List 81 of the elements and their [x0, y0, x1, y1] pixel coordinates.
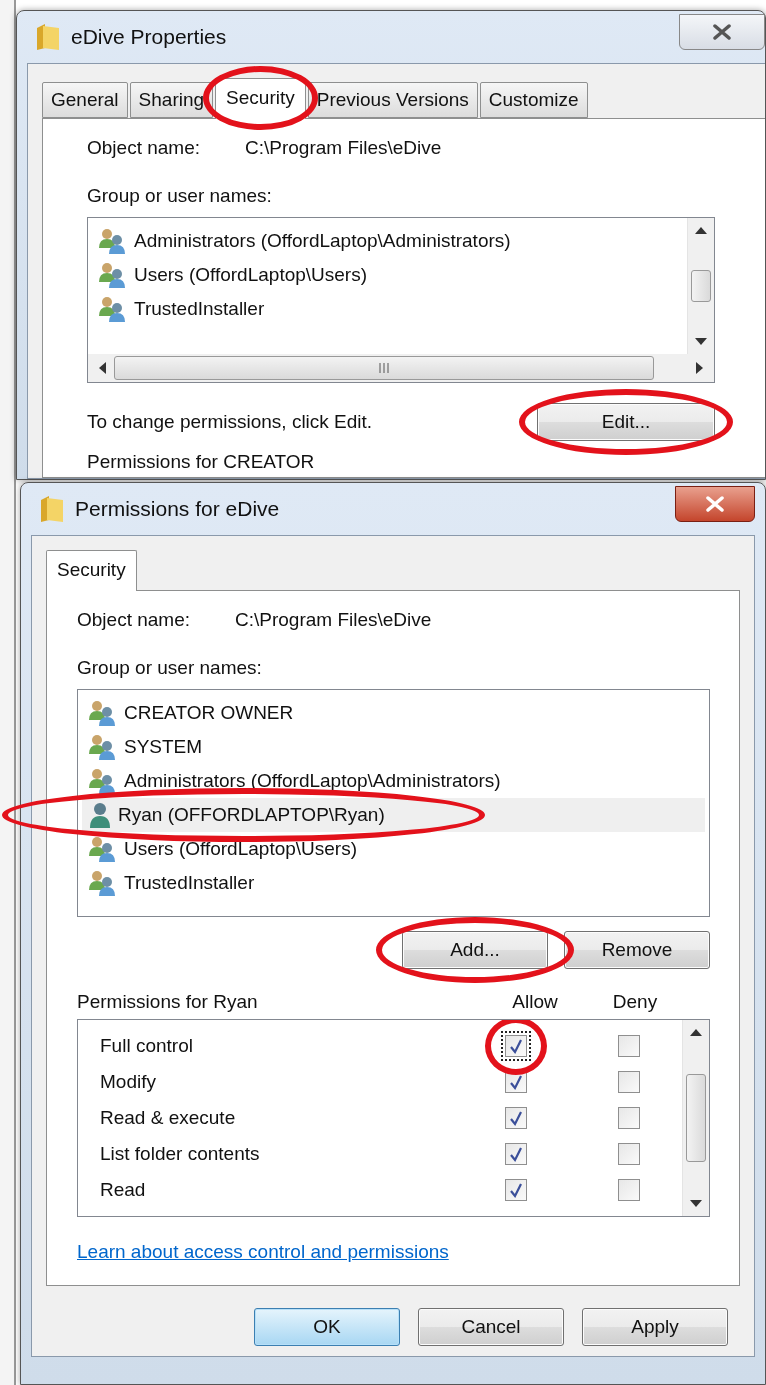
scroll-up-icon [690, 1028, 702, 1036]
scroll-down-icon [690, 1200, 702, 1208]
scroll-down-icon [695, 338, 707, 346]
vertical-scrollbar[interactable] [687, 218, 714, 354]
hint-text: To change permissions, click Edit. [87, 411, 373, 433]
close-icon [705, 496, 725, 512]
tab[interactable]: Security [46, 550, 137, 591]
deny-checkbox[interactable] [618, 1143, 640, 1165]
close-icon [712, 24, 732, 40]
users-icon [88, 700, 118, 726]
allow-checkbox[interactable] [505, 1143, 527, 1165]
scroll-thumb[interactable] [114, 356, 654, 380]
users-icon [88, 836, 118, 862]
edit-button[interactable]: Edit... [537, 403, 715, 441]
help-link[interactable]: Learn about access control and permissions [77, 1241, 449, 1262]
allow-checkbox[interactable] [505, 1179, 527, 1201]
list-item[interactable]: TrustedInstaller [92, 292, 683, 326]
group-label: Group or user names: [77, 657, 263, 679]
tab[interactable]: Customize [479, 82, 588, 118]
list-item[interactable]: Users (OffordLaptop\Users) [82, 832, 705, 866]
tab[interactable]: Previous Versions [307, 82, 478, 118]
window-title: eDive Properties [71, 25, 228, 49]
dialog-button[interactable]: Apply [582, 1308, 728, 1346]
object-name: C:\Program Files\eDive [235, 609, 432, 631]
permission-name: Read & execute [100, 1107, 237, 1129]
group-label: Group or user names: [87, 185, 273, 207]
vertical-scrollbar[interactable] [682, 1020, 709, 1216]
scroll-right-icon [696, 362, 704, 374]
list-item[interactable]: CREATOR OWNER [82, 696, 705, 730]
list-item[interactable]: Administrators (OffordLaptop\Administrators) [92, 224, 683, 258]
permissions-label: Permissions for Ryan [77, 991, 259, 1013]
close-button[interactable] [679, 14, 765, 50]
check-icon [508, 1074, 524, 1090]
list-item[interactable]: TrustedInstaller [82, 866, 705, 900]
scroll-thumb[interactable] [691, 270, 711, 302]
folder-icon [39, 494, 65, 524]
permissions-label: Permissions for CREATOR [87, 451, 316, 473]
allow-checkbox[interactable] [505, 1107, 527, 1129]
user-icon [88, 802, 112, 828]
check-icon [508, 1182, 524, 1198]
users-icon [98, 296, 128, 322]
horizontal-scrollbar[interactable] [88, 354, 714, 382]
deny-checkbox[interactable] [618, 1071, 640, 1093]
tab[interactable]: General [42, 82, 128, 118]
deny-checkbox[interactable] [618, 1179, 640, 1201]
list-button[interactable]: Add... [402, 931, 548, 969]
dialog-button[interactable]: OK [254, 1308, 400, 1346]
permission-name: Full control [100, 1035, 194, 1057]
users-icon [88, 734, 118, 760]
users-icon [88, 768, 118, 794]
permission-name: Read [100, 1179, 147, 1201]
check-icon [508, 1038, 524, 1054]
list-button[interactable]: Remove [564, 931, 710, 969]
folder-icon [35, 22, 61, 52]
deny-checkbox[interactable] [618, 1035, 640, 1057]
list-item[interactable]: Users (OffordLaptop\Users) [92, 258, 683, 292]
dialog-button[interactable]: Cancel [418, 1308, 564, 1346]
list-item[interactable]: Ryan (OFFORDLAPTOP\Ryan) [82, 798, 705, 832]
object-name: C:\Program Files\eDive [245, 137, 442, 159]
permission-name: List folder contents [100, 1143, 261, 1165]
users-icon [98, 262, 128, 288]
scroll-up-icon [695, 226, 707, 234]
list-item[interactable]: SYSTEM [82, 730, 705, 764]
object-name-label: Object name: [77, 609, 191, 631]
check-icon [508, 1146, 524, 1162]
permission-name: Modify [100, 1071, 157, 1093]
list-item[interactable]: Administrators (OffordLaptop\Administrators) [82, 764, 705, 798]
scroll-thumb[interactable] [686, 1074, 706, 1162]
deny-checkbox[interactable] [618, 1107, 640, 1129]
tab[interactable]: Security [215, 78, 306, 119]
deny-header: Deny [611, 991, 659, 1013]
allow-header: Allow [511, 991, 559, 1013]
check-icon [508, 1110, 524, 1126]
scroll-left-icon [98, 362, 106, 374]
grip-icon [378, 363, 390, 373]
users-icon [88, 870, 118, 896]
tab[interactable]: Sharing [129, 82, 214, 118]
close-button[interactable] [675, 486, 755, 522]
object-name-label: Object name: [87, 137, 201, 159]
users-icon [98, 228, 128, 254]
window-title: Permissions for eDive [75, 497, 281, 521]
